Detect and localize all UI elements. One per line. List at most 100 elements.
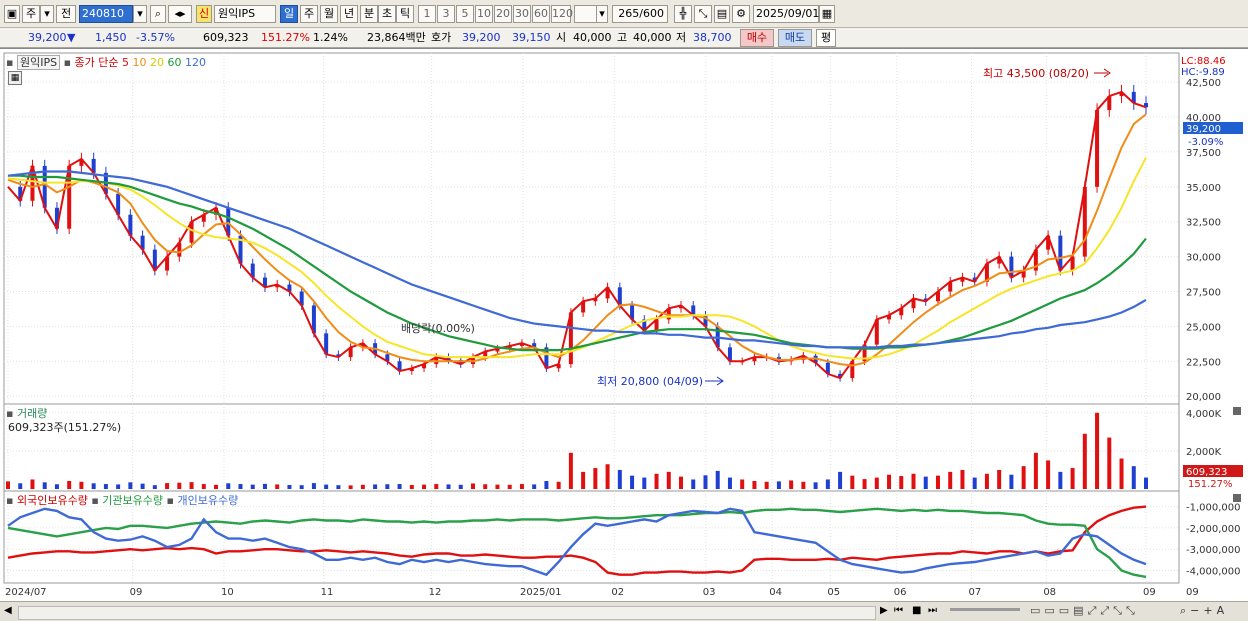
volume-bar: [752, 481, 757, 489]
interval-10[interactable]: 10: [475, 5, 493, 23]
scroll-right-icon[interactable]: ▶: [880, 605, 888, 616]
price-pane-frame: [3, 52, 1180, 405]
legend-ma20[interactable]: 20: [150, 56, 164, 69]
y-tick-label: 22,500: [1186, 357, 1221, 368]
chart-svg[interactable]: 42,50040,00037,50035,00032,50030,00027,5…: [0, 49, 1248, 602]
volume-bar: [887, 474, 892, 489]
date-field[interactable]: 2025/09/01: [753, 5, 819, 23]
tool-icons[interactable]: ▭▭▭▤⤢⤢⤡⤡: [1030, 604, 1139, 618]
volume-bar: [18, 483, 23, 489]
volume-bar: [556, 481, 561, 489]
volume-bar: [740, 479, 745, 489]
close-icon[interactable]: [1233, 407, 1241, 415]
price-change: 1,450: [95, 31, 127, 44]
eval-button[interactable]: 평: [816, 29, 836, 47]
interval-3[interactable]: 3: [437, 5, 455, 23]
sell-button[interactable]: 매도: [778, 29, 812, 47]
mode-select-1[interactable]: 주: [22, 5, 40, 23]
interval-5[interactable]: 5: [456, 5, 474, 23]
current-price: 39,200: [28, 31, 67, 44]
candle-type-icon[interactable]: ╬: [674, 5, 692, 23]
legend-ma5[interactable]: 5: [122, 56, 129, 69]
volume-bar: [275, 484, 280, 489]
period-day-tab[interactable]: 일: [280, 5, 298, 23]
chart-area[interactable]: 42,500 40,000 37,500 35,000 32,500 30,000 27,5…: [0, 48, 1248, 602]
stop-icon[interactable]: ■: [912, 605, 921, 616]
search-icon[interactable]: ⌕: [150, 5, 166, 23]
x-tick-label: 06: [894, 587, 907, 598]
volume-bar: [373, 484, 378, 489]
y-tick-label: -1,000,000: [1186, 503, 1241, 514]
legend-ma60[interactable]: 60: [168, 56, 182, 69]
y-tick-label: 32,500: [1186, 218, 1221, 229]
gear-icon[interactable]: ⚙: [732, 5, 750, 23]
volume-bar: [1095, 412, 1100, 489]
chevron-down-icon[interactable]: ▾: [40, 5, 54, 23]
x-tick-label: 10: [221, 587, 234, 598]
tool-icon[interactable]: ⤡: [694, 5, 712, 23]
period-week-tab[interactable]: 주: [300, 5, 318, 23]
chart-menu-icon[interactable]: ▣: [4, 5, 20, 23]
legend-stock[interactable]: 원익IPS: [16, 55, 61, 70]
zoom-controls-icon[interactable]: ⌕−+A: [1180, 604, 1228, 618]
interval-30[interactable]: 30: [513, 5, 531, 23]
period-minute-tab[interactable]: 분: [360, 5, 378, 23]
volume-bar: [79, 481, 84, 489]
period-second-tab[interactable]: 초: [378, 5, 396, 23]
y-tick-label: 42,500: [1186, 78, 1221, 89]
legend-ma10[interactable]: 10: [133, 56, 147, 69]
x-tick-label: 12: [429, 587, 442, 598]
interval-120[interactable]: 120: [551, 5, 573, 23]
period-tick-tab[interactable]: 틱: [396, 5, 414, 23]
volume-bar: [654, 473, 659, 489]
x-tick-label: 09: [1143, 587, 1156, 598]
volume-bar: [948, 471, 953, 489]
legend-individual[interactable]: 개인보유수량: [177, 494, 238, 507]
legend-ma120[interactable]: 120: [185, 56, 206, 69]
y-tick-label: 35,000: [1186, 183, 1221, 194]
volume-bar: [189, 482, 194, 489]
scroll-left-icon[interactable]: ◀: [4, 605, 12, 616]
y-tick-label: -2,000,000: [1186, 524, 1241, 535]
volume-bar: [1082, 433, 1087, 489]
volume-bar: [679, 476, 684, 489]
interval-20[interactable]: 20: [494, 5, 512, 23]
zoom-slider[interactable]: [950, 608, 1020, 611]
last-change-label: -3.09%: [1188, 137, 1223, 148]
calendar-icon[interactable]: ▦: [819, 5, 835, 23]
volume-bar: [54, 484, 59, 489]
volume-bar: [691, 479, 696, 489]
close-icon[interactable]: [1233, 494, 1241, 502]
buy-button[interactable]: 매수: [740, 29, 774, 47]
volume-bar: [1119, 458, 1124, 489]
volume-bar: [470, 483, 475, 489]
stock-code-input[interactable]: 240810: [79, 5, 133, 23]
period-year-tab[interactable]: 년: [340, 5, 358, 23]
horizontal-scrollbar[interactable]: [18, 606, 876, 620]
volume-bar: [1058, 471, 1063, 489]
volume-bar: [140, 483, 145, 489]
speaker-icon[interactable]: ◂▸: [168, 5, 192, 23]
save-icon[interactable]: ▤: [714, 5, 730, 23]
quote-bar: 39,200 ▼ 1,450 -3.57% 609,323 151.27% 1.…: [0, 28, 1248, 48]
first-icon[interactable]: ⏮: [894, 605, 903, 616]
count-field[interactable]: 265/600: [612, 5, 668, 23]
volume-bar: [214, 484, 219, 489]
legend-foreign[interactable]: 외국인보유수량: [17, 494, 88, 507]
legend-institution[interactable]: 기관보유수량: [102, 494, 163, 507]
legend-dot-icon: ▪: [6, 56, 14, 69]
interval-60[interactable]: 60: [532, 5, 550, 23]
code-dropdown-icon[interactable]: ▾: [133, 5, 147, 23]
calculator-icon[interactable]: ▦: [8, 71, 22, 85]
legend-ma-label[interactable]: 종가 단순: [75, 56, 119, 69]
x-tick-label: 05: [827, 587, 840, 598]
holdings-legend: ▪ 외국인보유수량 ▪ 기관보유수량 ▪ 개인보유수량: [6, 492, 238, 508]
interval-1[interactable]: 1: [418, 5, 436, 23]
mode-select-2[interactable]: 전: [56, 5, 76, 23]
chevron-down-icon[interactable]: ▾: [596, 5, 608, 23]
last-icon[interactable]: ⏭: [928, 605, 937, 616]
volume-ratio: 151.27%: [261, 31, 310, 44]
volume-bar: [446, 484, 451, 489]
high-price: 40,000: [633, 31, 672, 44]
period-month-tab[interactable]: 월: [320, 5, 338, 23]
